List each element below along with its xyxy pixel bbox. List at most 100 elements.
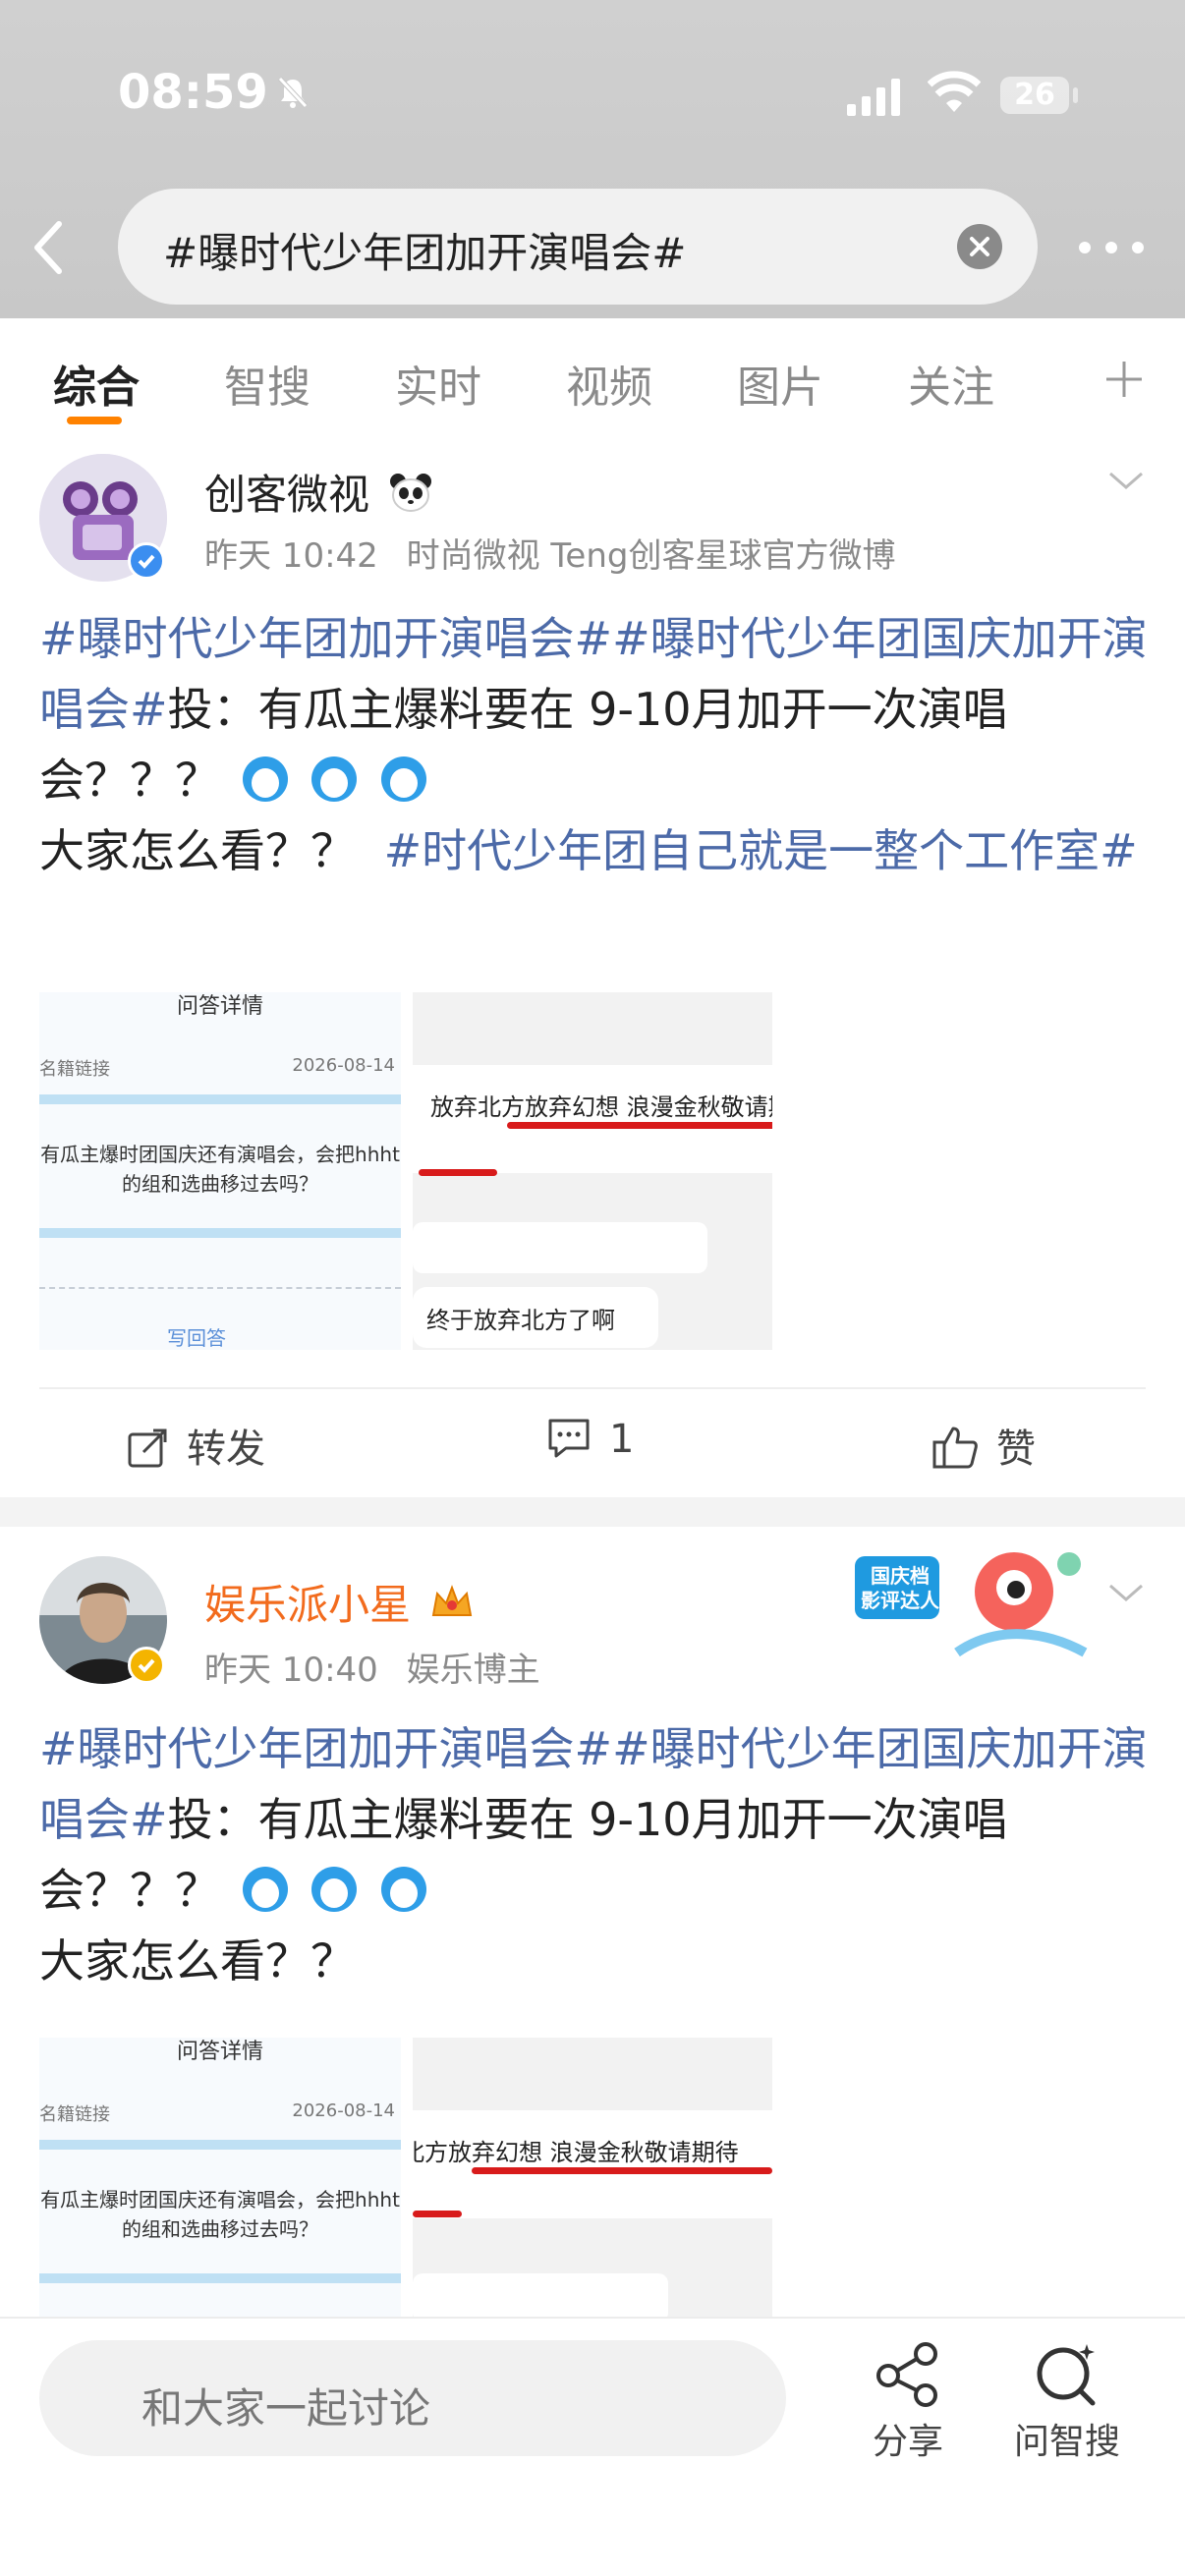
clear-search-icon[interactable] <box>957 224 1002 269</box>
bottom-bar: 和大家一起讨论 分享 问智搜 <box>0 2317 1185 2576</box>
chevron-down-icon[interactable] <box>1104 1578 1148 1607</box>
post-text-line2: 大家怎么看？？ <box>39 1934 356 1988</box>
image-divider <box>39 2140 401 2150</box>
ask-smart-search-button[interactable]: 问智搜 <box>998 2340 1136 2464</box>
verified-badge-icon <box>128 1647 165 1684</box>
doraemon-emoji-icon <box>311 1867 358 1912</box>
image-divider <box>39 2273 401 2283</box>
hashtag-link[interactable]: #曝时代少年团加开演唱会# <box>39 1722 612 1775</box>
red-underline <box>419 1169 497 1176</box>
back-arrow-icon[interactable] <box>29 218 69 277</box>
red-underline <box>413 2211 462 2217</box>
award-text: 国庆档 影评达人 <box>861 1564 939 1612</box>
post-body: #曝时代少年团加开演唱会##曝时代少年团国庆加开演唱会#投：有瓜主爆料要在 9-… <box>39 1713 1150 1996</box>
award-badge: 国庆档 影评达人 <box>849 1535 1095 1682</box>
comment-button[interactable]: 1 <box>546 1417 634 1462</box>
search-input[interactable]: #曝时代少年团加开演唱会# <box>118 189 1038 305</box>
post-source: 娱乐博主 <box>406 1651 540 1690</box>
image-date: 2026-08-14 <box>292 1055 395 1076</box>
chevron-down-icon[interactable] <box>1104 466 1148 495</box>
share-label: 分享 <box>872 2422 943 2462</box>
image-caption: 问答详情 <box>177 2040 264 2064</box>
username-text: 创客微视 <box>204 471 370 519</box>
post-card: 创客微视 昨天 10:42 时尚微视 Teng创客星球官方微博 #曝时代少年团加… <box>0 426 1185 1497</box>
like-button[interactable]: 赞 <box>931 1417 1036 1474</box>
tab-following[interactable]: 关注 <box>908 352 994 415</box>
hashtag-link[interactable]: #时代少年团自己就是一整个工作室# <box>384 824 1138 877</box>
post-card: 娱乐派小星 昨天 10:40 娱乐博主 国庆档 影评达人 #曝时代少年团加开演唱… <box>0 1527 1185 2317</box>
verified-badge-icon <box>128 542 165 580</box>
signal-icon <box>847 79 900 116</box>
image-caption: 问答详情 <box>177 994 264 1019</box>
post-time: 昨天 10:42 <box>204 536 378 576</box>
top-header: 08:59 26 #曝时代少年团加开演唱会# <box>0 0 1185 318</box>
image-date: 2026-08-14 <box>292 2100 395 2121</box>
post-time: 昨天 10:40 <box>204 1651 378 1690</box>
post-body: #曝时代少年团加开演唱会##曝时代少年团国庆加开演唱会#投：有瓜主爆料要在 9-… <box>39 603 1150 886</box>
post-text-line2: 大家怎么看？？ <box>39 824 356 877</box>
red-underline <box>507 1122 772 1129</box>
add-tab-icon[interactable] <box>1102 358 1146 401</box>
doraemon-emoji-icon <box>242 756 288 802</box>
image-answer: 写回答 <box>167 1326 226 1350</box>
hashtag-link[interactable]: #曝时代少年团加开演唱会# <box>39 612 612 665</box>
battery-indicator: 26 <box>1000 77 1069 114</box>
discussion-placeholder: 和大家一起讨论 <box>141 2384 431 2433</box>
tab-active-indicator <box>67 417 122 424</box>
image-divider <box>39 1094 401 1104</box>
divider <box>39 1387 1146 1389</box>
comment-count: 1 <box>609 1417 635 1462</box>
more-options-icon[interactable] <box>1077 238 1146 257</box>
doraemon-emoji-icon <box>380 756 426 802</box>
smart-search-icon <box>1037 2344 1096 2406</box>
post-image[interactable]: 放弃北方放弃幻想 浪漫金秋敬请期待 终于放弃北方了啊 <box>413 992 772 1350</box>
username-text: 娱乐派小星 <box>204 1581 412 1629</box>
post-text: 投：有瓜主爆料要在 9-10月加开一次演唱会？？？ <box>39 1793 1008 1917</box>
tab-realtime[interactable]: 实时 <box>395 352 481 415</box>
post-image[interactable]: 放弃北方放弃幻想 浪漫金秋敬请期待 <box>413 2038 772 2317</box>
doraemon-emoji-icon <box>380 1867 426 1912</box>
silent-bell-icon <box>278 77 308 108</box>
ask-label: 问智搜 <box>1013 2422 1120 2462</box>
tab-comprehensive[interactable]: 综合 <box>53 352 140 415</box>
chat-text: 终于放弃北方了啊 <box>426 1307 615 1334</box>
image-dash <box>39 1287 401 1289</box>
post-username[interactable]: 创客微视 <box>204 462 433 522</box>
red-underline <box>472 2167 772 2174</box>
post-meta: 昨天 10:40 娱乐博主 <box>204 1643 540 1691</box>
post-image[interactable]: 问答详情 名籍链接 2026-08-14 有瓜主爆时团国庆还有演唱会，会把hhh… <box>39 2038 401 2317</box>
repost-button[interactable]: 转发 <box>126 1417 265 1474</box>
image-label: 名籍链接 <box>39 2104 110 2125</box>
wifi-icon <box>928 71 981 112</box>
post-username[interactable]: 娱乐派小星 <box>204 1572 475 1632</box>
like-label: 赞 <box>996 1427 1036 1472</box>
panda-emoji-icon <box>390 474 432 512</box>
battery-nub <box>1073 87 1078 103</box>
tab-bar: 综合 智搜 实时 视频 图片 关注 <box>0 318 1185 426</box>
repost-label: 转发 <box>187 1427 265 1472</box>
status-time: 08:59 <box>118 65 268 120</box>
post-separator <box>0 1497 1185 1527</box>
search-query: #曝时代少年团加开演唱会# <box>163 229 687 277</box>
comment-icon <box>548 1419 590 1458</box>
thumbs-up-icon <box>932 1427 978 1469</box>
chat-bubble <box>413 2273 668 2317</box>
image-label: 名籍链接 <box>39 1059 110 1080</box>
crown-icon <box>432 1585 473 1616</box>
doraemon-emoji-icon <box>311 756 358 802</box>
post-source: 时尚微视 Teng创客星球官方微博 <box>406 536 896 576</box>
tab-images[interactable]: 图片 <box>737 352 823 415</box>
discussion-input[interactable]: 和大家一起讨论 <box>39 2340 786 2456</box>
share-icon <box>876 2342 937 2407</box>
doraemon-emoji-icon <box>242 1867 288 1912</box>
tab-smart-search[interactable]: 智搜 <box>224 352 310 415</box>
share-button[interactable]: 分享 <box>839 2340 977 2464</box>
image-question: 有瓜主爆时团国庆还有演唱会，会把hhht的组和选曲移过去吗？ <box>40 2188 400 2241</box>
image-divider <box>39 1228 401 1238</box>
tab-video[interactable]: 视频 <box>566 352 652 415</box>
post-image[interactable]: 问答详情 名籍链接 2026-08-14 有瓜主爆时团国庆还有演唱会，会把hhh… <box>39 992 401 1350</box>
post-meta: 昨天 10:42 时尚微视 Teng创客星球官方微博 <box>204 529 895 577</box>
post-text: 投：有瓜主爆料要在 9-10月加开一次演唱会？？？ <box>39 683 1008 807</box>
chat-bubble <box>413 1222 707 1273</box>
repost-icon <box>128 1428 167 1468</box>
